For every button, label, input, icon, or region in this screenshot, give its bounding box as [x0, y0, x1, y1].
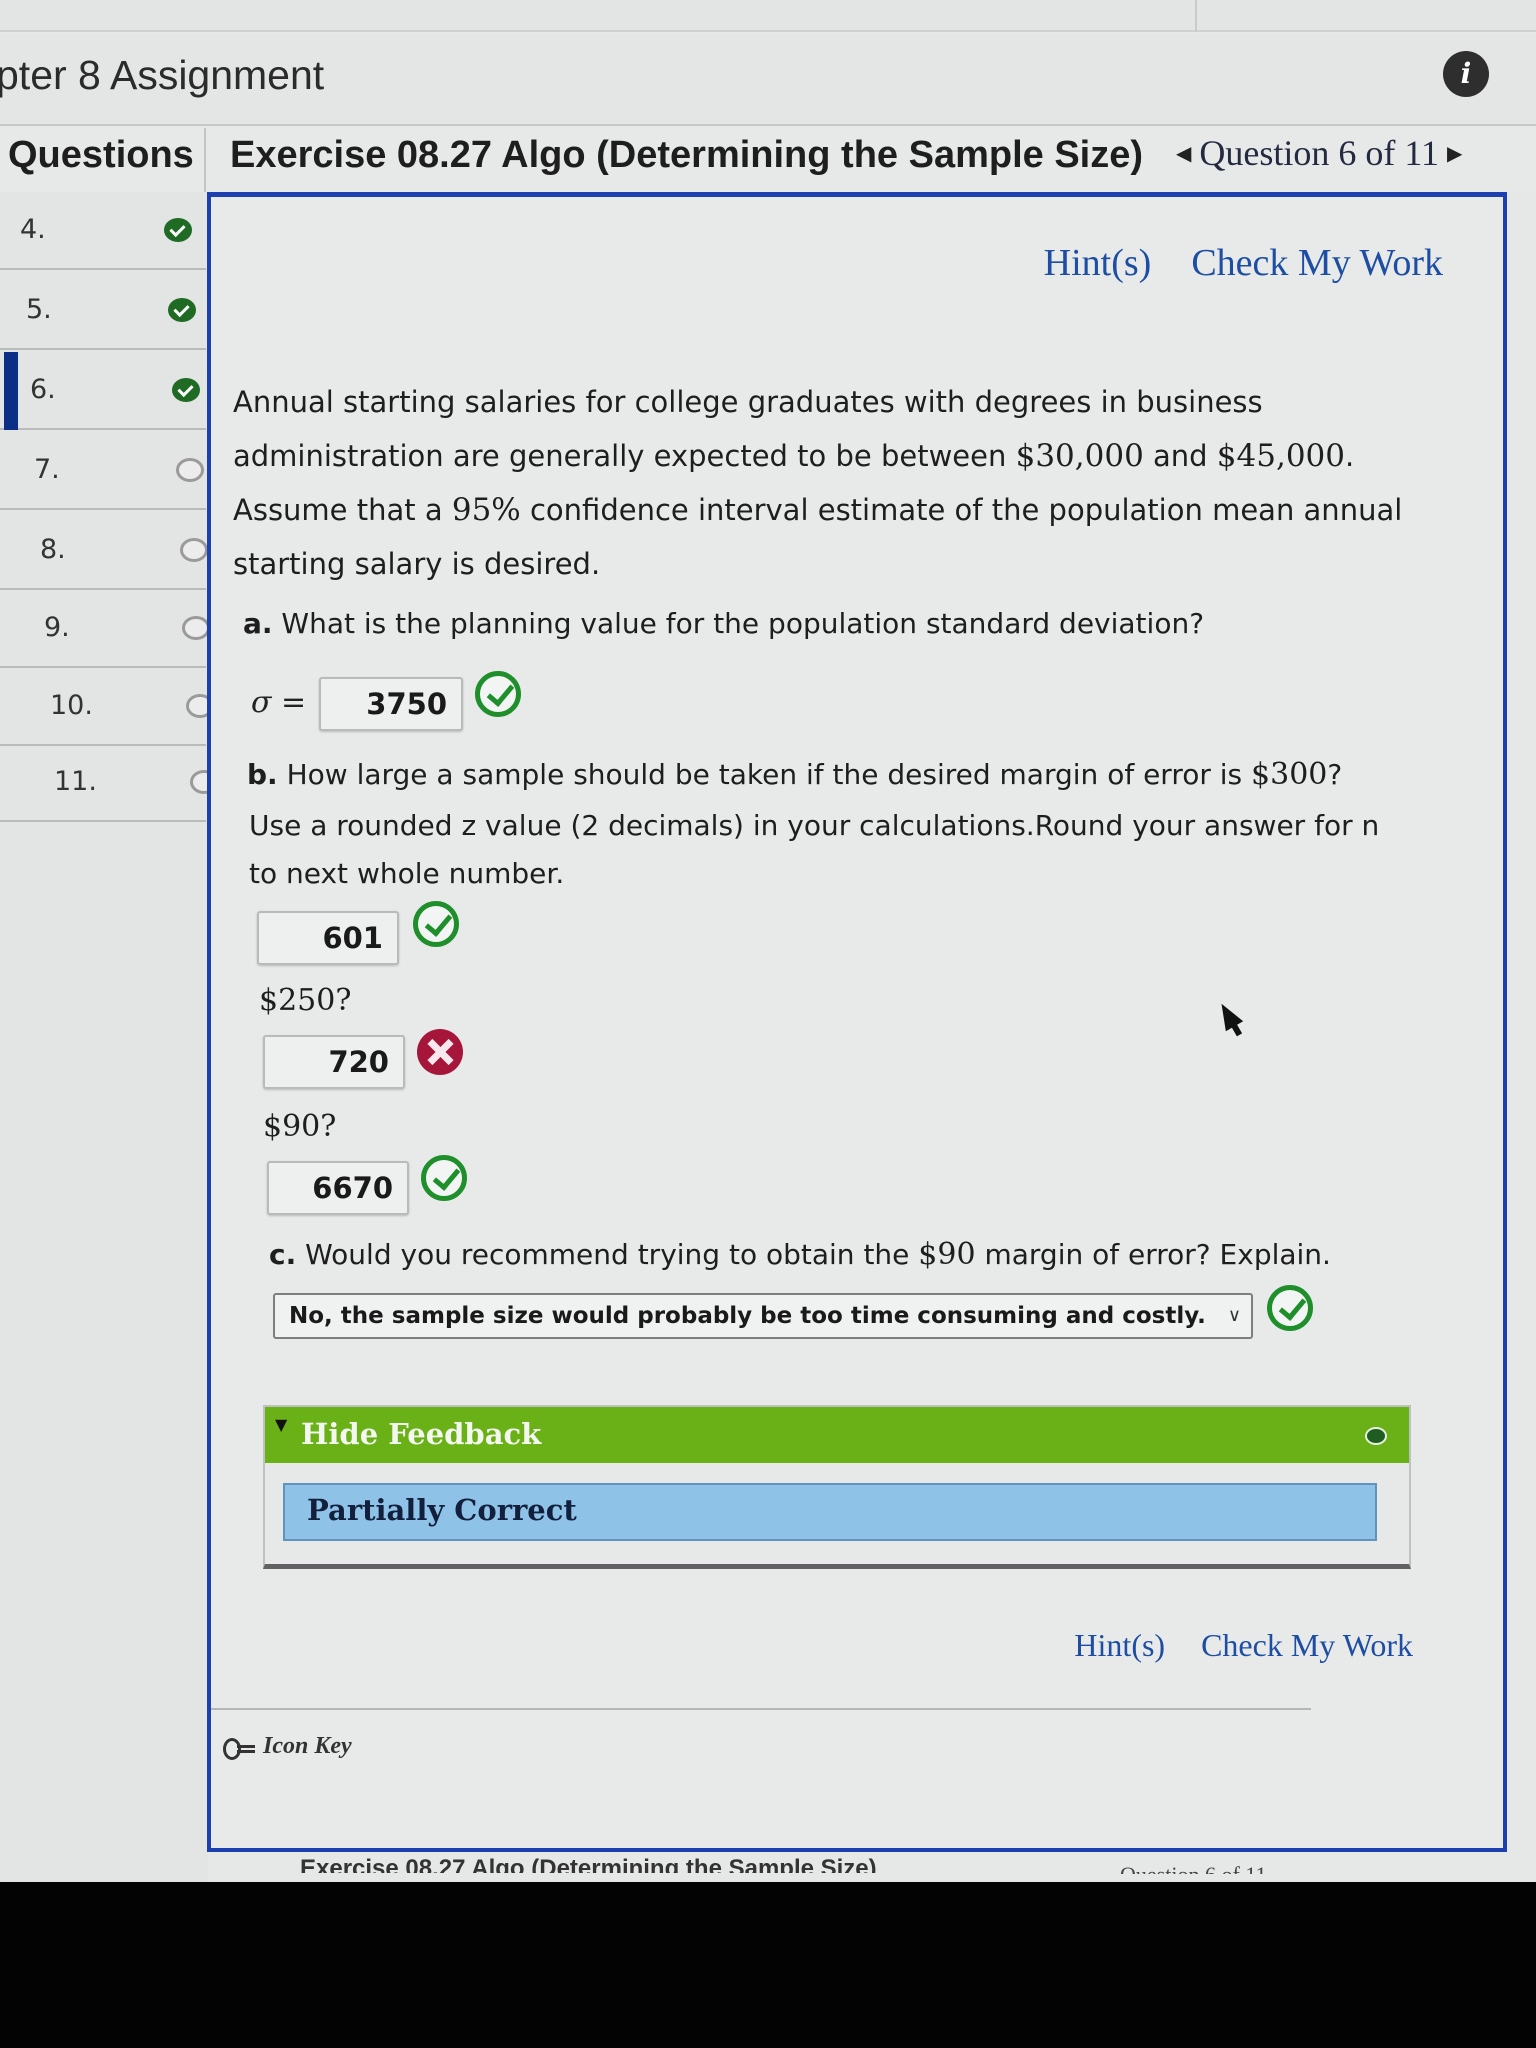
- question-number: 10.: [50, 690, 93, 721]
- sample-size-90-input[interactable]: 6670: [267, 1161, 409, 1215]
- question-sidebar: 4. 5. 6. 7. 8. 9. 10. 11.: [0, 192, 218, 1882]
- sidebar-item-5[interactable]: 5.: [0, 272, 206, 350]
- part-b-instruction: Use a rounded z value (2 decimals) in yo…: [249, 809, 1380, 842]
- top-divider: [1195, 0, 1197, 32]
- header-divider: [204, 128, 206, 192]
- completed-check-icon: [172, 378, 200, 402]
- section-divider: [211, 1708, 1311, 1710]
- question-number: 11.: [54, 766, 97, 797]
- question-panel: Hint(s) Check My Work Annual starting sa…: [207, 192, 1507, 1852]
- sample-size-250-input[interactable]: 720: [263, 1035, 405, 1089]
- sidebar-item-10[interactable]: 10.: [0, 668, 214, 746]
- margin-90-label: $90?: [263, 1109, 337, 1144]
- assignment-title: pter 8 Assignment: [0, 52, 325, 98]
- bottom-action-links: Hint(s) Check My Work: [1074, 1627, 1413, 1664]
- feedback-result: Partially Correct: [283, 1483, 1377, 1541]
- assignment-header: pter 8 Assignment i: [0, 34, 1536, 126]
- hide-feedback-label: Hide Feedback: [301, 1417, 542, 1451]
- part-a-prompt: a. What is the planning value for the po…: [243, 607, 1205, 640]
- question-line-3: Assume that a 95% confidence interval es…: [233, 492, 1403, 528]
- correct-check-icon: [413, 901, 459, 947]
- sidebar-item-8[interactable]: 8.: [0, 512, 208, 590]
- salary-low: $30,000: [1015, 438, 1144, 474]
- footer-exercise-title: Exercise 08.27 Algo (Determining the Sam…: [300, 1855, 877, 1873]
- question-line-1: Annual starting salaries for college gra…: [233, 385, 1263, 419]
- sample-size-300-input[interactable]: 601: [257, 911, 399, 965]
- sidebar-item-11[interactable]: 11.: [0, 744, 218, 822]
- chevron-down-icon: ∨: [1227, 1305, 1241, 1326]
- question-line-2: administration are generally expected to…: [233, 438, 1355, 474]
- question-number: 8.: [40, 534, 66, 565]
- question-number: 4.: [20, 214, 46, 245]
- question-navigator: ◀ Question 6 of 11 ▶: [1176, 132, 1462, 174]
- part-c-prompt: c. Would you recommend trying to obtain …: [269, 1237, 1331, 1272]
- question-line-4: starting salary is desired.: [233, 547, 601, 581]
- completed-check-icon: [164, 218, 192, 242]
- confidence-level: 95%: [451, 492, 521, 528]
- hints-link[interactable]: Hint(s): [1044, 241, 1152, 285]
- sidebar-item-7[interactable]: 7.: [0, 432, 206, 510]
- correct-check-icon: [475, 671, 521, 717]
- empty-circle-icon: [176, 458, 204, 482]
- correct-check-icon: [421, 1155, 467, 1201]
- sidebar-item-9[interactable]: 9.: [0, 590, 210, 668]
- recommendation-select[interactable]: No, the sample size would probably be to…: [273, 1293, 1253, 1339]
- top-action-links: Hint(s) Check My Work: [1044, 241, 1443, 285]
- incorrect-x-icon: [417, 1029, 463, 1075]
- feedback-section: ▼ Hide Feedback Partially Correct: [263, 1405, 1411, 1569]
- check-my-work-link[interactable]: Check My Work: [1191, 241, 1443, 285]
- sidebar-item-6[interactable]: 6.: [0, 352, 206, 430]
- screen-bezel: [0, 1882, 1536, 2048]
- hints-link-bottom[interactable]: Hint(s): [1074, 1627, 1165, 1664]
- question-number: 6.: [30, 374, 56, 405]
- margin-300: $300: [1251, 757, 1328, 792]
- question-number: 9.: [44, 612, 70, 643]
- part-b-rounding-note: to next whole number.: [249, 857, 565, 890]
- browser-top-strip: [0, 0, 1536, 32]
- question-header: Questions Exercise 08.27 Algo (Determini…: [0, 128, 1536, 192]
- exercise-title: Exercise 08.27 Algo (Determining the Sam…: [230, 134, 1144, 176]
- check-my-work-link-bottom[interactable]: Check My Work: [1201, 1627, 1413, 1664]
- key-icon: [223, 1737, 257, 1760]
- collapse-triangle-icon: ▼: [275, 1415, 288, 1434]
- feedback-status-text: Partially Correct: [307, 1493, 577, 1527]
- status-dot-icon: [1365, 1427, 1387, 1445]
- next-question-icon[interactable]: ▶: [1447, 141, 1462, 166]
- completed-check-icon: [168, 298, 196, 322]
- empty-circle-icon: [182, 616, 210, 640]
- sidebar-item-4[interactable]: 4.: [0, 192, 206, 270]
- hide-feedback-toggle[interactable]: ▼ Hide Feedback: [265, 1407, 1409, 1463]
- icon-key-label: Icon Key: [263, 1733, 352, 1759]
- part-b-prompt: b. How large a sample should be taken if…: [247, 757, 1343, 792]
- correct-check-icon: [1267, 1285, 1313, 1331]
- sigma-answer-input[interactable]: 3750: [319, 677, 463, 731]
- margin-90: $90: [918, 1237, 976, 1272]
- question-number: 5.: [26, 294, 52, 325]
- empty-circle-icon: [180, 538, 208, 562]
- question-number: 7.: [34, 454, 60, 485]
- footer-question-nav: Question 6 of 11: [1120, 1862, 1266, 1874]
- question-text: Annual starting salaries for college gra…: [233, 375, 1453, 591]
- icon-key-link[interactable]: Icon Key: [223, 1733, 352, 1760]
- previous-question-icon[interactable]: ◀: [1176, 141, 1191, 166]
- question-position: Question 6 of 11: [1199, 133, 1440, 173]
- questions-label: Questions: [8, 134, 194, 176]
- margin-250-label: $250?: [259, 983, 352, 1018]
- selected-option: No, the sample size would probably be to…: [289, 1303, 1206, 1329]
- info-icon[interactable]: i: [1443, 51, 1489, 97]
- salary-high: $45,000: [1216, 438, 1345, 474]
- sigma-label: σ =: [251, 685, 307, 720]
- active-question-marker: [4, 352, 18, 430]
